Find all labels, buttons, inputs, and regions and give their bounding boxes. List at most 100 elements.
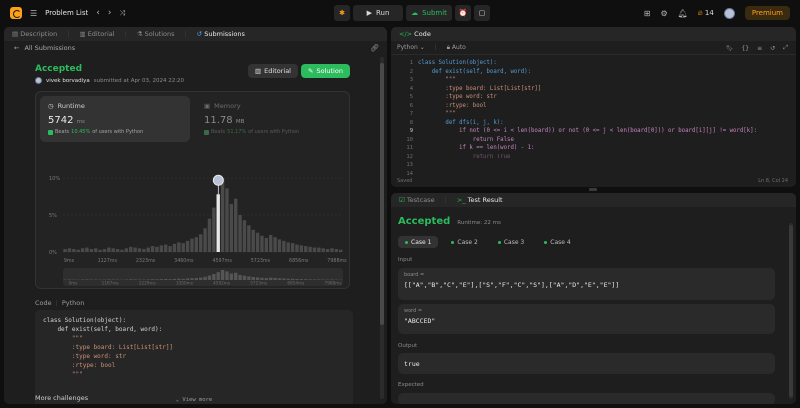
histogram-bar[interactable] [133,247,137,252]
next-problem-icon[interactable]: › [108,8,112,18]
case-tab-3[interactable]: Case 3 [491,236,531,248]
histogram-bar[interactable] [207,218,212,252]
histogram-bar[interactable] [107,247,111,252]
braces-icon[interactable]: {} [741,45,749,52]
histogram-bar[interactable] [321,248,325,252]
histogram-bar[interactable] [242,220,247,252]
format-icon[interactable]: ≡ [757,45,762,52]
histogram-bar[interactable] [194,237,199,252]
histogram-bar[interactable] [168,246,172,252]
tab-testcase[interactable]: ☑ Testcase [399,196,435,204]
expected-field[interactable] [398,393,775,404]
histogram-bar[interactable] [177,242,181,252]
histogram-bar[interactable] [150,246,155,252]
histogram-bar[interactable] [325,249,330,252]
histogram-bar[interactable] [220,178,225,252]
histogram-bar[interactable] [229,203,234,252]
histogram-bar[interactable] [85,247,89,252]
case-tab-4[interactable]: Case 4 [537,236,577,248]
author-name[interactable]: vivek borvadiya [46,78,90,84]
case-tab-1[interactable]: Case 1 [398,236,439,248]
histogram-bar[interactable] [190,238,194,252]
solution-button[interactable]: ✎ Solution [301,64,350,78]
histogram-bar[interactable] [238,215,242,252]
fullscreen-icon[interactable]: ⤢ [783,44,788,52]
result-scrollbar-thumb[interactable] [789,225,793,397]
histogram-bar[interactable] [172,243,177,252]
histogram-bar[interactable] [308,246,312,252]
editorial-button[interactable]: ▥ Editorial [248,64,298,78]
histogram-bar[interactable] [225,188,229,252]
histogram-bar[interactable] [124,248,129,252]
code-tab[interactable]: </> Code [399,30,431,38]
histogram-bar[interactable] [334,249,339,252]
histogram-bar[interactable] [212,207,216,252]
histogram-bar[interactable] [299,245,304,252]
tab-submissions[interactable]: ↺ Submissions [197,30,245,38]
histogram-bar[interactable] [290,243,295,252]
histogram-bar[interactable] [203,228,207,252]
auto-mode-toggle[interactable]: 🔒︎ Auto [447,44,466,52]
prev-problem-icon[interactable]: ‹ [96,8,100,18]
histogram-bar[interactable] [181,243,185,252]
tab-editorial[interactable]: ▥ Editorial [79,30,114,38]
histogram-bar[interactable] [76,249,80,252]
histogram-bar[interactable] [255,232,260,252]
submitted-code-block[interactable]: class Solution(object): def exist(self, … [35,310,353,404]
your-submission-avatar-marker[interactable] [212,174,224,186]
share-link-icon[interactable]: 🔗︎ [370,44,379,52]
panel-resize-handle[interactable] [589,188,597,191]
histogram-bar[interactable] [146,247,150,252]
histogram-bar[interactable] [247,225,251,252]
histogram-bar[interactable] [260,235,264,252]
histogram-bar[interactable] [185,240,190,252]
author-avatar[interactable] [35,77,42,84]
histogram-bar[interactable] [115,249,120,252]
timer-button[interactable]: ⏰ [455,5,471,21]
histogram-bar[interactable] [304,246,308,252]
histogram-bar[interactable] [339,249,343,252]
tab-description[interactable]: ▤ Description [12,30,57,38]
histogram-bar[interactable] [264,237,269,252]
histogram-bar[interactable] [251,229,255,252]
layout-grid-icon[interactable]: ⊞ [644,9,651,18]
output-field[interactable]: true [398,353,775,374]
tab-test-result[interactable]: >_ Test Result [457,196,503,204]
histogram-bar[interactable] [273,237,277,252]
histogram-bar[interactable] [142,249,146,252]
histogram-bar[interactable] [317,247,321,252]
settings-gear-icon[interactable]: ⚙ [660,9,667,18]
memory-card[interactable]: ▣ Memory 11.78 MB Beats 51.17% of users w… [196,96,346,142]
code-editor[interactable]: class Solution(object): def exist(self, … [418,59,757,161]
histogram-bar[interactable] [295,244,299,252]
left-scrollbar-thumb[interactable] [380,63,384,325]
histogram-bar[interactable] [137,248,142,252]
histogram-bar[interactable] [120,249,124,252]
leetcode-logo-icon[interactable] [10,7,22,19]
histogram-bar[interactable] [155,246,159,252]
notifications-bell-icon[interactable]: 🔔︎ [678,9,688,18]
problem-list-icon[interactable]: ☰ [30,9,37,18]
histogram-bar[interactable] [330,248,334,252]
histogram-bar[interactable] [277,239,282,252]
histogram-bar[interactable] [63,249,67,252]
bookmark-icon[interactable]: 🔖︎ [726,45,734,52]
histogram-bar[interactable] [67,248,72,252]
histogram-bar[interactable] [164,244,168,252]
user-avatar[interactable] [723,7,735,19]
input-word-field[interactable]: word = "ABCCED" [398,304,775,334]
your-runtime-bar[interactable] [216,194,220,252]
histogram-bar[interactable] [89,249,94,252]
histogram-bar[interactable] [312,247,317,252]
histogram-bar[interactable] [72,249,76,252]
shuffle-icon[interactable]: ⤨ [119,9,125,18]
notes-button[interactable]: ▢ [474,5,490,21]
run-button[interactable]: ▶ Run [353,5,403,21]
runtime-card[interactable]: ◷ Runtime 5742 ms Beats 10.45% of users w… [40,96,190,142]
language-select[interactable]: Python ⌄ [397,44,425,51]
histogram-bar[interactable] [286,242,290,252]
case-tab-2[interactable]: Case 2 [444,236,484,248]
histogram-bar[interactable] [269,234,273,252]
debug-button[interactable]: ✱ [334,5,350,21]
histogram-bar[interactable] [94,248,98,252]
